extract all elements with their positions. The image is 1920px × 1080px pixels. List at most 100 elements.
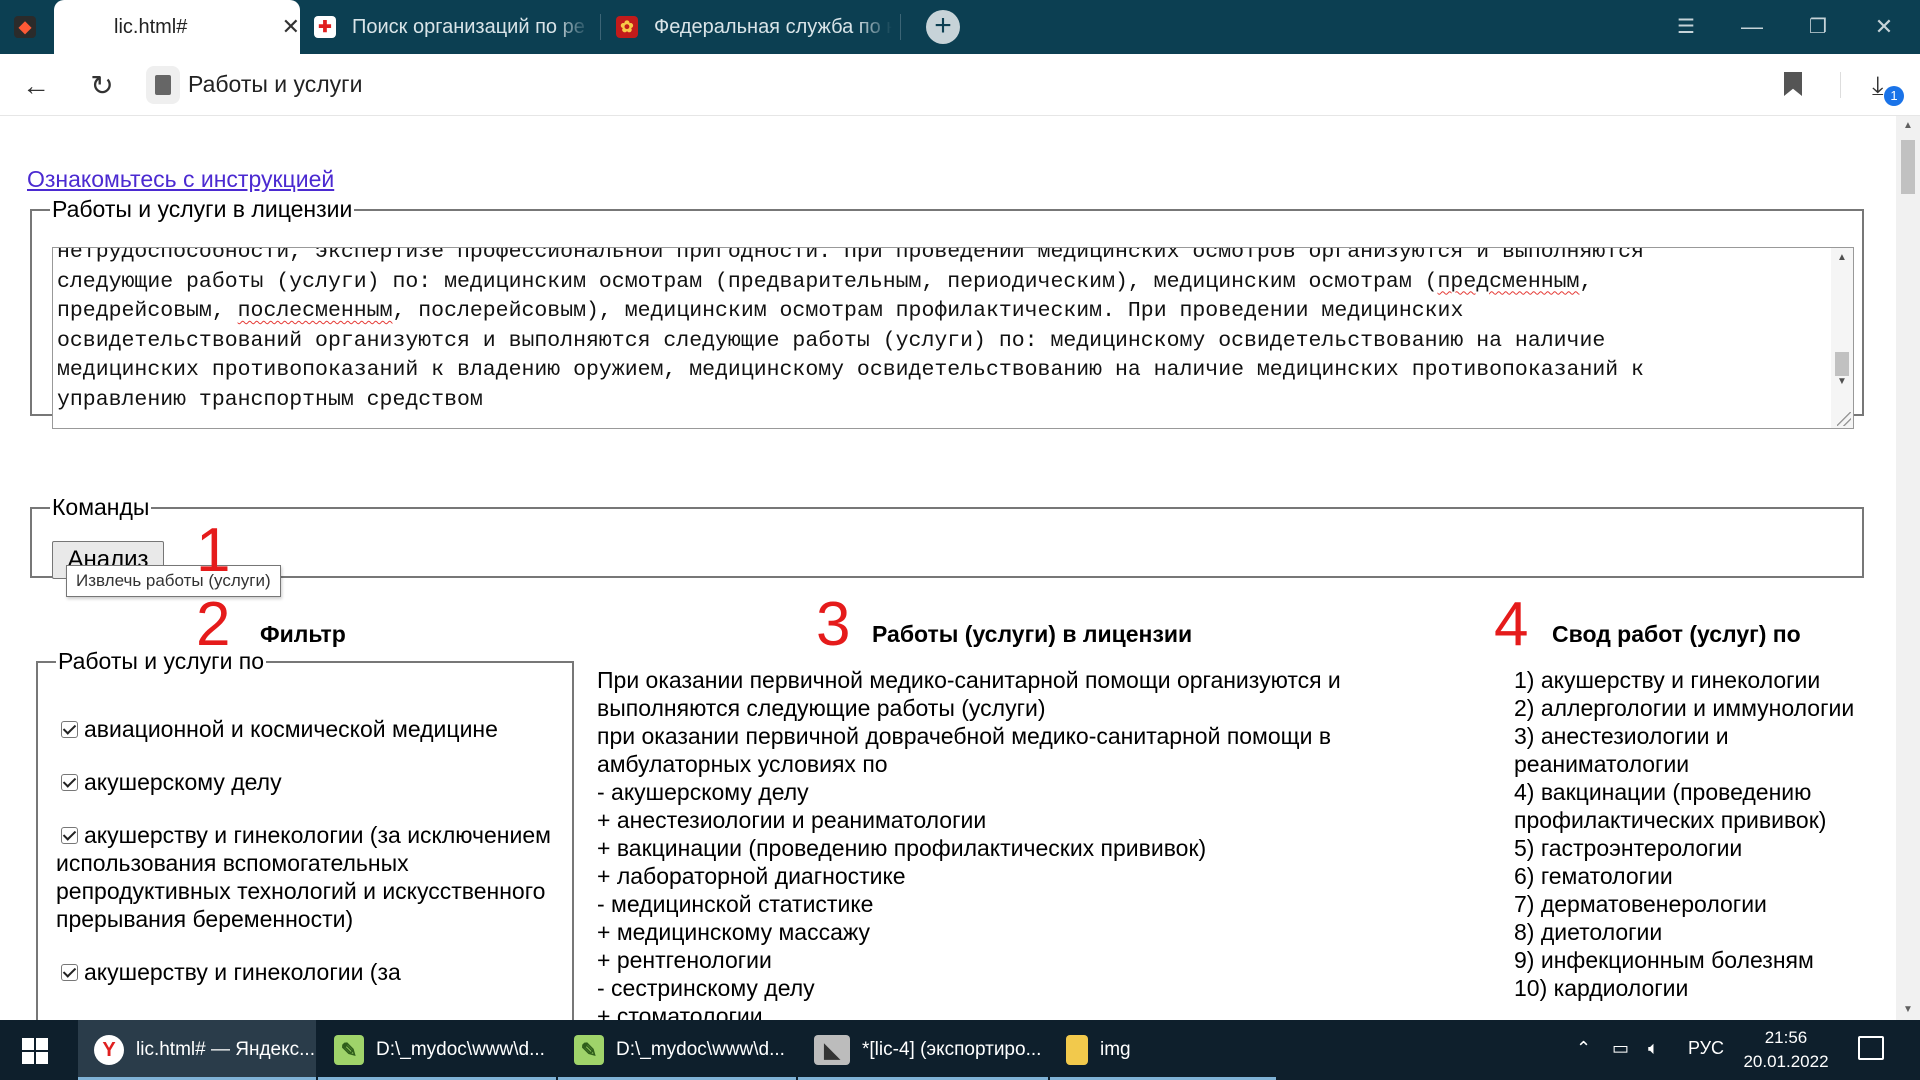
notepad-plus-icon: ✎ xyxy=(574,1035,604,1065)
clock-time: 21:56 xyxy=(1764,1028,1808,1047)
list-item: 1) акушерству и гинекологии xyxy=(1514,667,1821,693)
works-in-license-list: При оказании первичной медико-санитарной… xyxy=(597,666,1417,1020)
download-icon[interactable]: ⤓ xyxy=(1872,70,1884,102)
license-works-textarea[interactable]: нетрудоспособности, экспертизе профессио… xyxy=(52,247,1854,429)
hamburger-menu-icon[interactable]: ☰ xyxy=(1666,8,1706,46)
list-item: - сестринскому делу xyxy=(597,975,815,1001)
textarea-scrollbar[interactable]: ▲ ▼ xyxy=(1831,248,1853,428)
tab-organization-search[interactable]: ✚ Поиск организаций по ре xyxy=(314,0,590,54)
clock[interactable]: 21:56 20.01.2022 xyxy=(1726,1026,1846,1074)
filter-item[interactable]: акушерству и гинекологии (за xyxy=(56,958,556,986)
list-item: 6) гематологии xyxy=(1514,863,1673,889)
checkbox-checked-icon[interactable] xyxy=(61,964,78,981)
address-bar: ← ↻ Работы и услуги ⤓ 1 xyxy=(0,54,1920,116)
list-item: 9) инфекционным болезням xyxy=(1514,947,1814,973)
checkbox-checked-icon[interactable] xyxy=(61,774,78,791)
language-indicator[interactable]: РУС xyxy=(1688,1038,1724,1059)
bookmark-icon[interactable] xyxy=(1784,72,1802,96)
instruction-link[interactable]: Ознакомьтесь с инструкцией xyxy=(27,166,334,193)
filter-list: авиационной и космической медицине акуше… xyxy=(56,715,556,1011)
page-title[interactable]: Работы и услуги xyxy=(188,71,362,98)
page-document-icon[interactable] xyxy=(146,66,180,104)
list-item: при оказании первичной доврачебной медик… xyxy=(597,723,1332,777)
textarea-content: нетрудоспособности, экспертизе профессио… xyxy=(57,247,1644,412)
new-tab-button[interactable]: + xyxy=(926,10,960,44)
marker-4: 4 xyxy=(1494,590,1529,659)
list-item: + рентгенологии xyxy=(597,947,772,973)
clock-date: 20.01.2022 xyxy=(1743,1052,1829,1071)
filter-fieldset: Работы и услуги по авиационной и космиче… xyxy=(36,648,574,1020)
list-item: + вакцинации (проведению профилактически… xyxy=(597,835,1207,861)
close-window-icon[interactable]: ✕ xyxy=(1864,8,1904,46)
taskbar-item-yandex[interactable]: Y lic.html# — Яндекс... xyxy=(78,1020,316,1080)
list-item: + стоматологии xyxy=(597,1003,763,1020)
page-scrollbar[interactable]: ▲ ▼ xyxy=(1896,116,1920,1020)
marker-1: 1 xyxy=(196,516,231,585)
notepad-plus-icon: ✎ xyxy=(334,1035,364,1065)
yandex-logo-icon: ◆ xyxy=(14,16,36,38)
analyze-tooltip: Извлечь работы (услуги) xyxy=(66,565,281,597)
scroll-down-arrow-icon[interactable]: ▼ xyxy=(1896,1000,1920,1020)
tab-title: Поиск организаций по ре xyxy=(352,15,585,38)
red-cross-icon: ✚ xyxy=(314,16,336,38)
downloads-count-badge: 1 xyxy=(1884,86,1904,106)
list-item: 7) дерматовенерологии xyxy=(1514,891,1767,917)
back-arrow-icon[interactable]: ← xyxy=(18,68,54,104)
filter-legend: Работы и услуги по xyxy=(58,648,265,674)
close-tab-icon[interactable]: ✕ xyxy=(282,14,300,40)
taskbar-item-notepad-2[interactable]: ✎ D:\_mydoc\www\d... xyxy=(558,1020,796,1080)
works-legend: Работы и услуги в лицензии xyxy=(52,196,353,222)
scroll-down-arrow-icon[interactable]: ▼ xyxy=(1831,372,1853,392)
scroll-up-arrow-icon[interactable]: ▲ xyxy=(1896,116,1920,136)
network-icon[interactable]: ▭ xyxy=(1612,1038,1629,1059)
tab-divider xyxy=(900,14,901,40)
tab-title: Федеральная служба по н xyxy=(654,15,892,38)
page-scroll-thumb[interactable] xyxy=(1901,140,1915,194)
reload-icon[interactable]: ↻ xyxy=(84,68,120,104)
toolbar-divider xyxy=(1840,72,1841,98)
filter-item[interactable]: акушерскому делу xyxy=(56,768,556,796)
notifications-icon[interactable] xyxy=(1858,1036,1884,1060)
list-item: + анестезиологии и реаниматологии xyxy=(597,807,987,833)
browser-menu-button[interactable]: ◆ xyxy=(14,0,44,54)
list-item: 4) вакцинации (проведению профилактическ… xyxy=(1514,779,1827,833)
restore-icon[interactable]: ❐ xyxy=(1798,8,1838,46)
tab-federal-service[interactable]: ✿ Федеральная служба по н xyxy=(616,0,892,54)
list-item: 10) кардиологии xyxy=(1514,975,1689,1001)
list-item: - медицинской статистике xyxy=(597,891,874,917)
marker-2: 2 xyxy=(196,590,231,659)
filter-heading: Фильтр xyxy=(260,621,346,647)
list-item: + лабораторной диагностике xyxy=(597,863,906,889)
volume-icon[interactable]: 🔈︎ xyxy=(1648,1038,1659,1059)
chevron-up-icon[interactable]: ⌃ xyxy=(1576,1038,1591,1059)
browser-tab-bar: ◆ lic.html# ✕ ✚ Поиск организаций по ре … xyxy=(0,0,1920,54)
commands-legend: Команды xyxy=(52,494,150,520)
filter-item[interactable]: авиационной и космической медицине xyxy=(56,715,556,743)
tab-lic[interactable]: lic.html# ✕ xyxy=(54,0,300,54)
list-item: При оказании первичной медико-санитарной… xyxy=(597,667,1341,721)
checkbox-checked-icon[interactable] xyxy=(61,827,78,844)
summary-list: 1) акушерству и гинекологии 2) аллерголо… xyxy=(1514,666,1874,1002)
windows-start-icon[interactable] xyxy=(22,1038,48,1064)
taskbar-item-notepad-1[interactable]: ✎ D:\_mydoc\www\d... xyxy=(318,1020,556,1080)
list-item: 8) диетологии xyxy=(1514,919,1663,945)
works-in-license-heading: Работы (услуги) в лицензии xyxy=(872,621,1193,647)
tab-title: lic.html# xyxy=(114,15,188,38)
folder-icon xyxy=(1066,1035,1088,1065)
marker-3: 3 xyxy=(816,590,851,659)
list-item: + медицинскому массажу xyxy=(597,919,871,945)
commands-fieldset: Команды Анализ xyxy=(30,494,1864,579)
list-item: 3) анестезиологии и реаниматологии xyxy=(1514,723,1729,777)
works-fieldset: Работы и услуги в лицензии нетрудоспособ… xyxy=(30,196,1864,429)
filter-item[interactable]: акушерству и гинекологии (за исключением… xyxy=(56,821,556,933)
resize-grip-icon[interactable] xyxy=(1837,412,1851,426)
summary-heading: Свод работ (услуг) по xyxy=(1552,621,1801,647)
taskbar-item-image-editor[interactable]: ◣ *[lic-4] (экспортиро... xyxy=(798,1020,1048,1080)
page-content: Ознакомьтесь с инструкцией Работы и услу… xyxy=(0,116,1896,1020)
image-editor-icon: ◣ xyxy=(814,1035,850,1065)
minimize-icon[interactable]: — xyxy=(1732,8,1772,46)
list-item: 2) аллергологии и иммунологии xyxy=(1514,695,1855,721)
checkbox-checked-icon[interactable] xyxy=(61,721,78,738)
scroll-up-arrow-icon[interactable]: ▲ xyxy=(1831,248,1853,268)
taskbar-item-folder[interactable]: img xyxy=(1050,1020,1276,1080)
